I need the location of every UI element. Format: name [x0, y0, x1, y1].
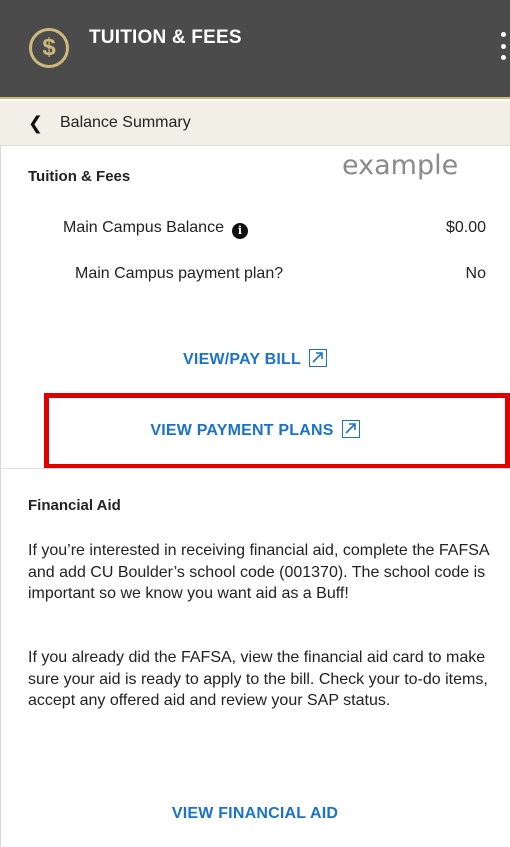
highlight-annotation-box: [44, 393, 510, 469]
balance-row-label: Main Campus Balance i: [63, 219, 248, 239]
info-icon[interactable]: i: [231, 222, 248, 239]
view-pay-bill-label[interactable]: VIEW/PAY BILL: [183, 351, 301, 368]
kebab-dot: [500, 43, 506, 49]
external-link-icon: [308, 349, 327, 367]
payment-plan-value: No: [465, 265, 486, 282]
kebab-dot: [500, 32, 506, 37]
example-watermark: example: [342, 150, 459, 181]
kebab-menu-icon[interactable]: [496, 32, 510, 60]
breadcrumb-label[interactable]: Balance Summary: [60, 114, 191, 132]
breadcrumb[interactable]: ❮ Balance Summary: [0, 101, 510, 146]
page-title: TUITION & FEES: [89, 27, 242, 48]
financial-aid-title: Financial Aid: [28, 497, 121, 514]
view-pay-bill-link[interactable]: VIEW/PAY BILL: [0, 349, 510, 369]
view-financial-aid-label[interactable]: VIEW FINANCIAL AID: [172, 805, 338, 822]
chevron-left-icon[interactable]: ❮: [28, 113, 48, 134]
financial-aid-paragraph-2: If you already did the FAFSA, view the f…: [28, 649, 488, 709]
tuition-section-title: Tuition & Fees: [28, 168, 131, 185]
section-divider: [0, 468, 510, 469]
payment-plan-label: Main Campus payment plan?: [75, 265, 284, 282]
balance-label: Main Campus Balance: [63, 219, 224, 236]
kebab-dot: [500, 55, 506, 60]
app-header: $ TUITION & FEES: [0, 0, 510, 99]
financial-aid-paragraph-1: If you’re interested in receiving financ…: [28, 542, 489, 602]
left-border: [0, 146, 1, 847]
dollar-circle-icon: $: [29, 28, 69, 68]
balance-value: $0.00: [445, 219, 486, 236]
view-financial-aid-link[interactable]: VIEW FINANCIAL AID: [0, 805, 510, 823]
